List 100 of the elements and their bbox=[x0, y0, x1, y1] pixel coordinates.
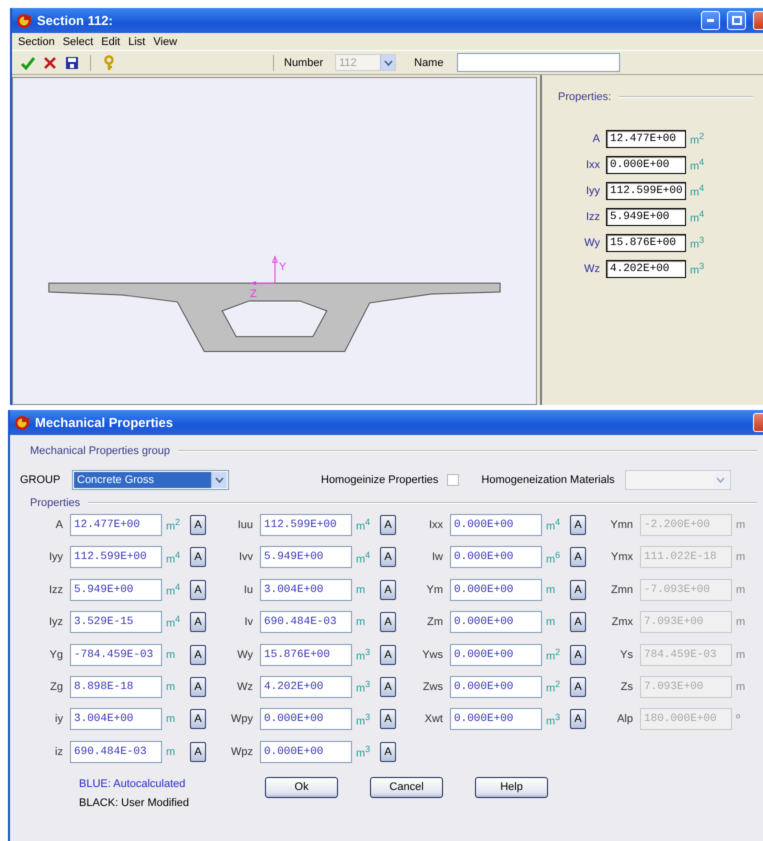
autocalculate-button[interactable]: A bbox=[190, 742, 206, 762]
autocalculate-button[interactable]: A bbox=[190, 580, 206, 600]
name-field[interactable] bbox=[457, 53, 620, 72]
property-field[interactable]: 0.000E+00 bbox=[450, 644, 542, 666]
dialog-button[interactable]: Help bbox=[475, 776, 548, 798]
property-field[interactable]: -784.459E-03 bbox=[70, 644, 162, 666]
maximize-button[interactable] bbox=[727, 11, 746, 30]
property-field[interactable]: 3.004E+00 bbox=[260, 578, 352, 601]
autocalculate-button[interactable]: A bbox=[380, 676, 396, 697]
unit-label: m$^{4}$ bbox=[165, 582, 182, 598]
property-field[interactable]: 15.876E+00 bbox=[260, 644, 352, 666]
property-label: Ym bbox=[426, 584, 444, 596]
property-field[interactable]: 0.000E+00 bbox=[260, 740, 352, 763]
autocalculate-button[interactable]: A bbox=[380, 742, 396, 762]
property-label: Ymx bbox=[610, 551, 634, 564]
section-heading: Properties: bbox=[558, 91, 612, 103]
close-button[interactable] bbox=[753, 11, 763, 30]
property-value: 0.000E+00 bbox=[606, 156, 686, 174]
property-label: Zs bbox=[620, 680, 634, 693]
unit-label: m bbox=[735, 551, 746, 564]
autocalculate-button[interactable]: A bbox=[190, 644, 206, 665]
autocalculate-button[interactable]: A bbox=[380, 709, 396, 730]
property-label: Wpz bbox=[230, 746, 254, 758]
property-field[interactable]: 0.000E+00 bbox=[450, 676, 542, 698]
property-value: 4.202E+00 bbox=[606, 260, 686, 278]
unit-label: m$^{4}$ bbox=[689, 209, 704, 225]
property-field[interactable]: 0.000E+00 bbox=[260, 708, 352, 730]
autocalculate-button[interactable]: A bbox=[570, 580, 586, 600]
close-button[interactable] bbox=[753, 413, 763, 432]
property-field[interactable]: 0.000E+00 bbox=[450, 514, 542, 536]
property-field[interactable]: 0.000E+00 bbox=[450, 708, 542, 730]
property-label: Izz bbox=[48, 584, 64, 596]
property-label: Iuu bbox=[236, 519, 254, 531]
property-label: Zg bbox=[49, 680, 64, 693]
property-field[interactable]: 12.477E+00 bbox=[70, 514, 162, 536]
property-value: 12.477E+00 bbox=[606, 130, 686, 148]
autocalculate-button[interactable]: A bbox=[190, 676, 206, 697]
menu-item[interactable]: List bbox=[124, 36, 150, 48]
property-field[interactable]: 5.949E+00 bbox=[70, 578, 162, 601]
autocalculate-button[interactable]: A bbox=[570, 515, 586, 535]
property-label: A bbox=[592, 133, 601, 145]
autocalculate-button[interactable]: A bbox=[570, 709, 586, 730]
property-label: Iw bbox=[431, 551, 444, 564]
group-dropdown[interactable]: Concrete Gross bbox=[72, 470, 229, 490]
property-label: Wz bbox=[236, 680, 254, 693]
cross-icon[interactable] bbox=[42, 54, 58, 70]
property-value: 15.876E+00 bbox=[606, 234, 686, 252]
autocalculate-button[interactable]: A bbox=[190, 612, 206, 632]
unit-label: m$^{4}$ bbox=[355, 550, 372, 566]
property-label: Iyy bbox=[584, 185, 601, 197]
autocalculate-button[interactable]: A bbox=[380, 580, 396, 600]
property-field[interactable]: 5.949E+00 bbox=[260, 546, 352, 568]
app-logo-icon bbox=[14, 414, 30, 430]
property-label: Iu bbox=[242, 584, 254, 596]
legend-text: BLACK: User Modified bbox=[79, 796, 190, 809]
property-field[interactable]: 112.599E+00 bbox=[70, 546, 162, 568]
window-title: Section 112: bbox=[37, 13, 114, 28]
menu-item[interactable]: Edit bbox=[97, 36, 124, 48]
autocalculate-button[interactable]: A bbox=[190, 515, 206, 535]
dialog-button[interactable]: Ok bbox=[265, 776, 338, 798]
autocalculate-button[interactable]: A bbox=[380, 644, 396, 665]
unit-label: m bbox=[545, 584, 556, 596]
unit-label: m$^{4}$ bbox=[689, 183, 704, 199]
property-field[interactable]: 0.000E+00 bbox=[450, 546, 542, 568]
unit-label: m$^{4}$ bbox=[545, 517, 562, 533]
minimize-button[interactable] bbox=[701, 11, 720, 30]
menu-item[interactable]: Select bbox=[58, 36, 98, 48]
autocalculate-button[interactable]: A bbox=[570, 676, 586, 697]
property-field[interactable]: 3.529E-15 bbox=[70, 611, 162, 634]
autocalculate-button[interactable]: A bbox=[380, 547, 396, 568]
property-label: A bbox=[54, 519, 64, 531]
dialog-button[interactable]: Cancel bbox=[370, 776, 444, 798]
unit-label: m bbox=[165, 713, 176, 726]
check-icon[interactable] bbox=[20, 54, 36, 70]
section-heading: Mechanical Properties group bbox=[30, 445, 170, 457]
autocalculate-button[interactable]: A bbox=[570, 612, 586, 632]
autocalculate-button[interactable]: A bbox=[190, 547, 206, 568]
autocalculate-button[interactable]: A bbox=[380, 612, 396, 632]
menu-item[interactable]: View bbox=[149, 36, 182, 48]
property-field[interactable]: 690.484E-03 bbox=[70, 740, 162, 763]
unit-label: m$^{4}$ bbox=[355, 517, 372, 533]
homogenize-checkbox[interactable] bbox=[447, 474, 460, 486]
autocalculate-button[interactable]: A bbox=[570, 644, 586, 665]
property-value: 5.949E+00 bbox=[606, 208, 686, 226]
property-field[interactable]: 112.599E+00 bbox=[260, 514, 352, 536]
autocalculate-button[interactable]: A bbox=[190, 709, 206, 730]
property-label: Izz bbox=[584, 211, 601, 223]
menu-item[interactable]: Section bbox=[14, 36, 59, 48]
property-field[interactable]: 4.202E+00 bbox=[260, 676, 352, 698]
legend-text: BLUE: Autocalculated bbox=[79, 778, 186, 790]
y-axis-arrow bbox=[272, 255, 278, 284]
autocalculate-button[interactable]: A bbox=[380, 515, 396, 535]
autocalculate-button[interactable]: A bbox=[570, 547, 586, 568]
property-field[interactable]: 690.484E-03 bbox=[260, 611, 352, 634]
property-field[interactable]: 0.000E+00 bbox=[450, 611, 542, 634]
property-field[interactable]: 0.000E+00 bbox=[450, 578, 542, 601]
property-label: Ivv bbox=[238, 551, 254, 564]
property-label: Iyy bbox=[48, 551, 64, 564]
property-field[interactable]: 8.898E-18 bbox=[70, 676, 162, 698]
property-field[interactable]: 3.004E+00 bbox=[70, 708, 162, 730]
